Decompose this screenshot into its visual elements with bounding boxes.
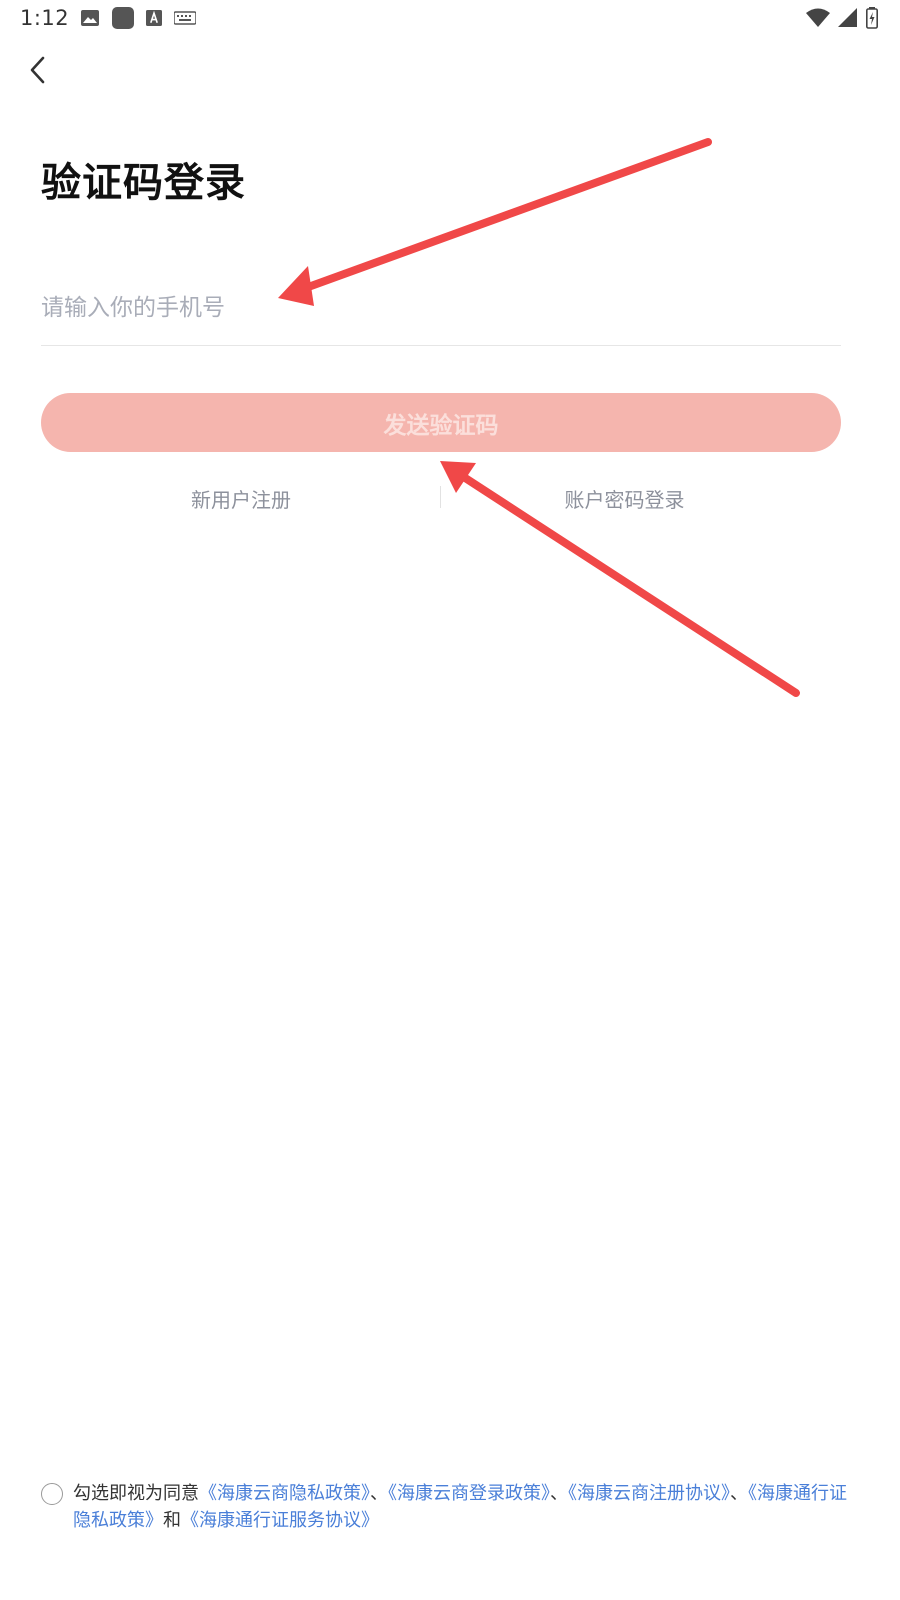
phone-input[interactable] bbox=[41, 280, 841, 336]
passport-service-link[interactable]: 《海康通行证服务协议》 bbox=[181, 1510, 379, 1531]
secondary-links: 新用户注册 账户密码登录 bbox=[41, 482, 841, 514]
login-policy-link[interactable]: 《海康云商登录政策》 bbox=[388, 1483, 550, 1504]
agreement-text: 勾选即视为同意《海康云商隐私政策》、《海康云商登录政策》、《海康云商注册协议》、… bbox=[73, 1480, 848, 1534]
image-icon bbox=[81, 10, 99, 26]
password-login-link[interactable]: 账户密码登录 bbox=[441, 484, 808, 513]
send-code-button[interactable]: 发送验证码 bbox=[41, 393, 841, 452]
separator: 、 bbox=[550, 1483, 568, 1504]
register-agreement-link[interactable]: 《海康云商注册协议》 bbox=[568, 1483, 730, 1504]
status-time: 1:12 bbox=[20, 6, 70, 30]
separator: 、 bbox=[370, 1483, 388, 1504]
agreement-prefix: 勾选即视为同意 bbox=[73, 1483, 199, 1504]
app-square-icon bbox=[112, 7, 134, 29]
wifi-icon bbox=[806, 8, 830, 27]
page-title: 验证码登录 bbox=[41, 160, 246, 206]
back-button[interactable] bbox=[18, 50, 58, 90]
phone-field bbox=[41, 280, 841, 346]
privacy-policy-link[interactable]: 《海康云商隐私政策》 bbox=[199, 1483, 370, 1504]
cell-signal-icon bbox=[838, 8, 857, 27]
annotation-arrows bbox=[278, 138, 800, 697]
register-link[interactable]: 新用户注册 bbox=[41, 484, 441, 513]
status-bar: 1:12 bbox=[0, 0, 900, 38]
battery-charging-icon bbox=[866, 7, 878, 29]
agree-checkbox[interactable] bbox=[41, 1483, 63, 1505]
keyboard-icon bbox=[174, 11, 196, 25]
chevron-left-icon bbox=[30, 56, 45, 84]
status-icons-left bbox=[80, 7, 196, 29]
conjunction: 和 bbox=[163, 1510, 181, 1531]
separator: 、 bbox=[730, 1483, 748, 1504]
text-a-icon bbox=[146, 10, 162, 26]
status-icons-right bbox=[806, 7, 878, 29]
